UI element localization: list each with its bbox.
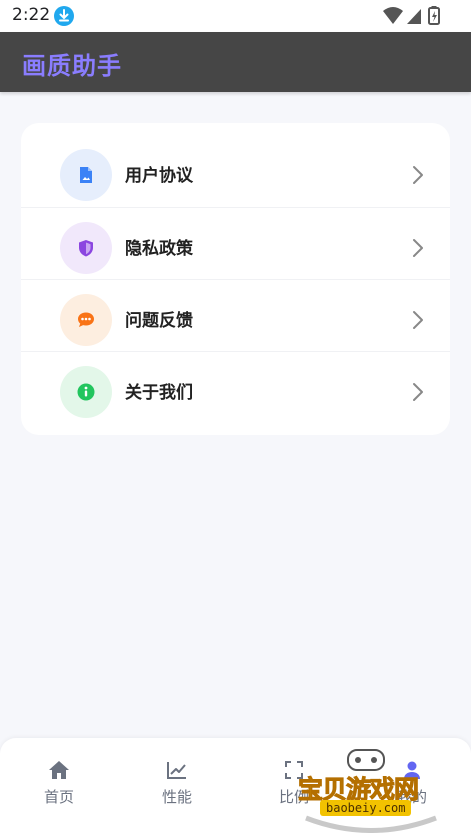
menu-item-about-us[interactable]: 关于我们 — [21, 351, 450, 424]
settings-menu-card: 用户协议 隐私政策 问题反馈 关于我们 — [21, 123, 450, 435]
status-bar: 2:22 — [0, 0, 471, 32]
chevron-right-icon — [413, 311, 423, 329]
menu-item-label: 关于我们 — [125, 383, 193, 403]
home-icon — [49, 761, 69, 779]
menu-item-label: 隐私政策 — [125, 239, 193, 259]
menu-item-label: 问题反馈 — [125, 311, 193, 331]
chat-bubble-icon — [60, 294, 112, 346]
nav-item-home[interactable]: 首页 — [19, 760, 99, 807]
nav-label: 首页 — [43, 788, 74, 806]
menu-item-privacy-policy[interactable]: 隐私政策 — [21, 207, 450, 280]
shield-icon — [60, 222, 112, 274]
nav-item-performance[interactable]: 性能 — [137, 760, 217, 807]
status-time: 2:22 — [12, 5, 51, 25]
cellular-signal-icon — [407, 9, 421, 24]
app-title: 画质助手 — [22, 52, 122, 80]
watermark-logo: 宝贝游戏网 baobeiy.com — [296, 748, 446, 833]
document-icon — [60, 149, 112, 201]
app-bar: 画质助手 — [0, 32, 471, 92]
watermark-url: baobeiy.com — [320, 800, 412, 816]
chevron-right-icon — [413, 166, 423, 184]
chevron-right-icon — [413, 239, 423, 257]
info-icon — [60, 366, 112, 418]
battery-icon — [428, 6, 440, 25]
menu-item-feedback[interactable]: 问题反馈 — [21, 279, 450, 352]
download-icon — [54, 6, 74, 26]
chevron-right-icon — [413, 383, 423, 401]
menu-item-label: 用户协议 — [125, 166, 193, 186]
status-icons — [383, 6, 453, 26]
nav-label: 性能 — [161, 788, 192, 806]
menu-item-user-agreement[interactable]: 用户协议 — [21, 135, 450, 207]
wifi-icon — [383, 7, 403, 24]
chart-line-icon — [167, 762, 186, 779]
